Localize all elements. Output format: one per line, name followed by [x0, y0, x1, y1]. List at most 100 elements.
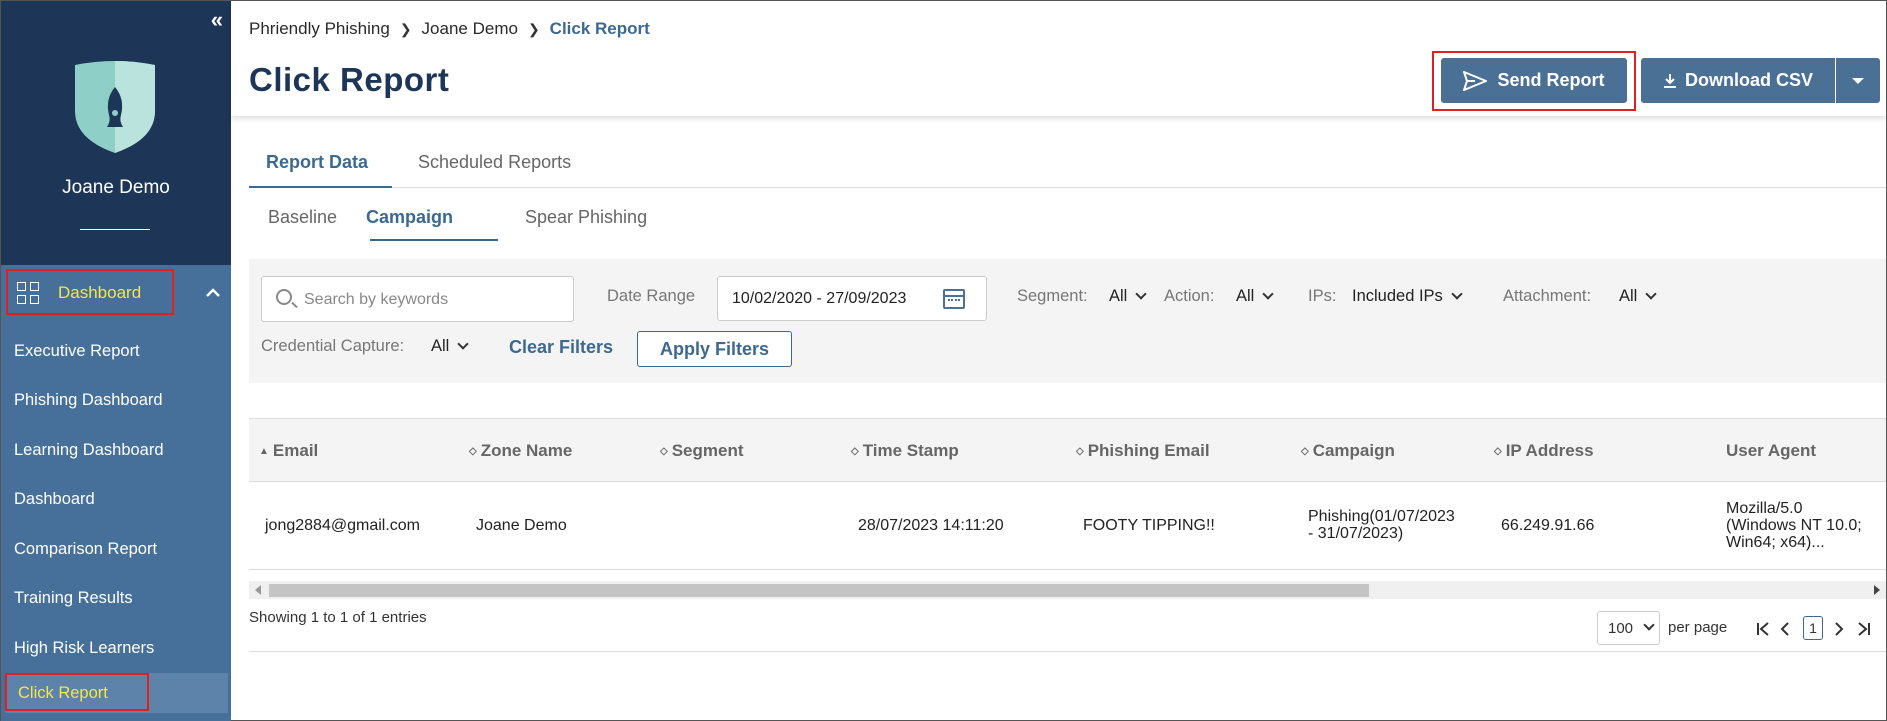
column-label: IP Address	[1505, 441, 1594, 460]
column-header-time-stamp[interactable]: ◇ Time Stamp	[851, 441, 959, 461]
tab-baseline[interactable]: Baseline	[268, 207, 337, 228]
chevron-down-icon	[1645, 288, 1658, 300]
cell-user-agent-line: (Windows NT 10.0;	[1726, 517, 1862, 534]
column-label: User Agent	[1726, 441, 1817, 460]
collapse-sidebar-icon[interactable]: «	[211, 7, 223, 33]
per-page-select[interactable]: 100	[1597, 611, 1660, 645]
column-label: Segment	[671, 441, 744, 460]
sidebar-nav: Dashboard Executive Report Phishing Dash…	[1, 265, 231, 721]
column-label: Time Stamp	[862, 441, 959, 460]
send-report-button[interactable]: Send Report	[1441, 58, 1627, 103]
next-page-icon[interactable]	[1833, 622, 1845, 636]
attachment-label: Attachment:	[1503, 287, 1592, 305]
sidebar-item-comparison-report[interactable]: Comparison Report	[1, 529, 231, 569]
caret-down-icon	[1852, 77, 1864, 84]
segment-select[interactable]: All	[1109, 287, 1148, 306]
cell-time-stamp: 28/07/2023 14:11:20	[858, 517, 1004, 534]
per-page-value: 100	[1608, 619, 1634, 637]
sidebar-item-training-results[interactable]: Training Results	[1, 578, 231, 618]
clear-filters-link[interactable]: Clear Filters	[509, 337, 613, 358]
breadcrumb: Phriendly Phishing ❯ Joane Demo ❯ Click …	[249, 19, 660, 39]
main-content: Phriendly Phishing ❯ Joane Demo ❯ Click …	[231, 1, 1886, 721]
cell-phishing-email: FOOTY TIPPING!!	[1083, 517, 1215, 534]
sidebar-item-phishing-dashboard[interactable]: Phishing Dashboard	[1, 380, 231, 420]
chevron-down-icon	[1643, 619, 1655, 631]
breadcrumb-current: Click Report	[549, 19, 650, 38]
chevron-up-icon[interactable]	[205, 285, 221, 301]
cell-user-agent: Mozilla/5.0 (Windows NT 10.0; Win64; x64…	[1726, 500, 1862, 551]
cell-email: jong2884@gmail.com	[265, 517, 420, 534]
entries-info: Showing 1 to 1 of 1 entries	[249, 609, 427, 626]
segment-label: Segment:	[1017, 287, 1088, 305]
download-icon	[1663, 73, 1676, 88]
divider	[80, 229, 150, 230]
breadcrumb-item[interactable]: Joane Demo	[422, 19, 518, 39]
search-input[interactable]: Search by keywords	[261, 276, 574, 322]
previous-page-icon[interactable]	[1779, 622, 1791, 636]
sidebar-section-label: Dashboard	[58, 283, 142, 302]
org-name: Joane Demo	[62, 177, 170, 198]
breadcrumb-item[interactable]: Phriendly Phishing	[249, 19, 390, 39]
scroll-left-icon[interactable]	[255, 585, 261, 595]
date-range-input[interactable]: 10/02/2020 - 27/09/2023	[717, 276, 987, 321]
download-options-dropdown[interactable]	[1836, 58, 1880, 103]
segment-value: All	[1109, 287, 1128, 305]
sidebar-item-learning-dashboard[interactable]: Learning Dashboard	[1, 430, 231, 470]
page-number-current[interactable]: 1	[1803, 616, 1823, 640]
column-label: Zone Name	[480, 441, 573, 460]
column-header-phishing-email[interactable]: ◇ Phishing Email	[1076, 441, 1210, 461]
table-header: ▲ Email ◇ Zone Name ◇ Segment ◇ Time Stamp ◇…	[249, 418, 1886, 482]
chevron-down-icon	[1262, 288, 1275, 300]
sort-icon: ◇	[851, 446, 859, 457]
sidebar-item-executive-report[interactable]: Executive Report	[1, 331, 231, 371]
tab-scheduled-reports[interactable]: Scheduled Reports	[418, 152, 571, 173]
sidebar-section-dashboard[interactable]: Dashboard	[1, 265, 231, 319]
first-page-icon[interactable]	[1756, 622, 1772, 636]
tab-spear-phishing[interactable]: Spear Phishing	[525, 207, 647, 228]
dashboard-grid-icon	[17, 282, 39, 304]
horizontal-scrollbar[interactable]	[249, 581, 1886, 599]
tab-report-data[interactable]: Report Data	[266, 152, 368, 173]
send-report-label: Send Report	[1497, 70, 1605, 90]
per-page-label: per page	[1668, 619, 1728, 636]
cell-campaign-line: - 31/07/2023)	[1308, 525, 1404, 542]
sidebar-item-dashboard[interactable]: Dashboard	[1, 479, 231, 519]
chevron-down-icon	[1135, 288, 1148, 300]
date-range-value: 10/02/2020 - 27/09/2023	[732, 290, 907, 307]
chevron-right-icon: ❯	[399, 21, 412, 37]
calendar-icon[interactable]	[943, 289, 965, 309]
cell-zone-name: Joane Demo	[476, 517, 567, 534]
sort-icon: ◇	[1076, 446, 1084, 457]
attachment-select[interactable]: All	[1619, 287, 1658, 306]
last-page-icon[interactable]	[1855, 622, 1871, 636]
tab-underline	[249, 186, 392, 188]
cell-user-agent-line: Win64; x64)...	[1726, 534, 1825, 551]
column-header-ip-address[interactable]: ◇ IP Address	[1494, 441, 1594, 461]
sort-icon: ◇	[1301, 446, 1309, 457]
highlight-box	[5, 673, 149, 711]
credential-capture-value: All	[431, 337, 450, 355]
download-csv-label: Download CSV	[1684, 70, 1813, 90]
scroll-right-icon[interactable]	[1874, 585, 1880, 595]
filter-panel: Search by keywords Date Range 10/02/2020…	[249, 259, 1886, 383]
send-icon	[1463, 70, 1488, 91]
column-header-email[interactable]: ▲ Email	[259, 441, 318, 461]
sidebar-item-high-risk-learners[interactable]: High Risk Learners	[1, 628, 231, 668]
primary-tabs: Report Data Scheduled Reports	[249, 144, 1886, 188]
tab-campaign[interactable]: Campaign	[366, 207, 453, 228]
column-label: Campaign	[1312, 441, 1395, 460]
apply-filters-button[interactable]: Apply Filters	[637, 331, 792, 367]
chevron-down-icon	[1451, 288, 1463, 300]
download-csv-button[interactable]: Download CSV	[1641, 58, 1835, 103]
column-header-segment[interactable]: ◇ Segment	[660, 441, 744, 461]
column-header-user-agent: User Agent	[1726, 441, 1816, 461]
action-select[interactable]: All	[1236, 287, 1275, 306]
scrollbar-thumb[interactable]	[269, 584, 1369, 597]
column-header-zone-name[interactable]: ◇ Zone Name	[469, 441, 572, 461]
search-icon	[276, 289, 292, 305]
credential-capture-select[interactable]: All	[431, 337, 470, 356]
click-report-table: ▲ Email ◇ Zone Name ◇ Segment ◇ Time Stamp ◇…	[249, 418, 1886, 599]
column-header-campaign[interactable]: ◇ Campaign	[1301, 441, 1395, 461]
ips-select[interactable]: Included IPs	[1352, 287, 1463, 306]
sort-icon: ◇	[469, 446, 477, 457]
